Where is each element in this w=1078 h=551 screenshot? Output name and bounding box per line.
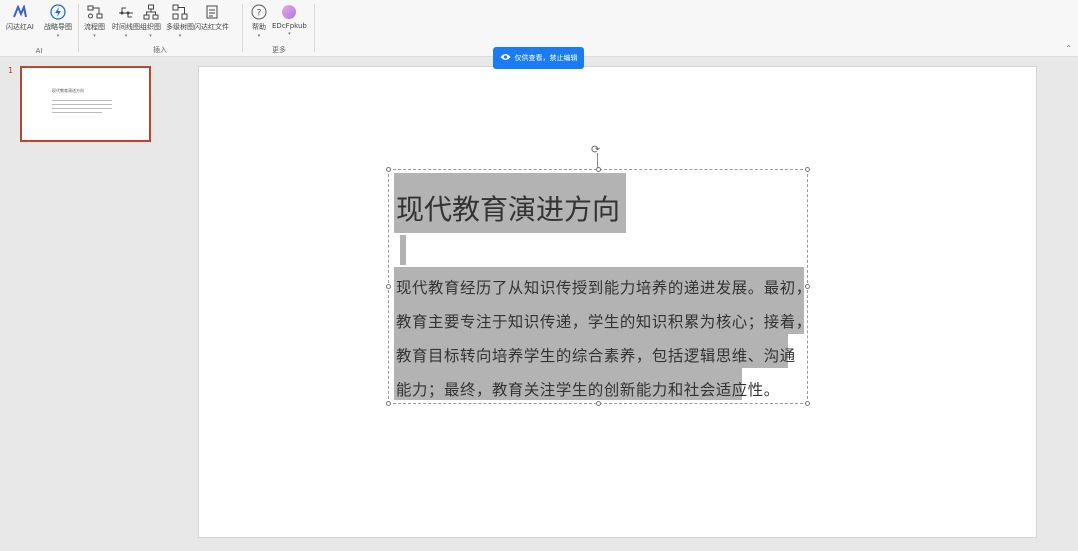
profile-button[interactable]: EDcFpkub ▾ bbox=[272, 4, 307, 37]
matrix-icon bbox=[171, 4, 189, 20]
group-label-insert: 插入 bbox=[153, 46, 167, 54]
document-icon bbox=[203, 4, 221, 20]
ai-logo-icon bbox=[11, 4, 29, 20]
mindmap-button[interactable]: 战略导图 ▾ bbox=[44, 4, 72, 39]
matrix-chart-label: 多级树图 bbox=[166, 23, 194, 31]
thumbnail-text-line bbox=[52, 100, 112, 101]
ribbon-divider bbox=[78, 4, 79, 52]
flowchart-icon bbox=[86, 4, 104, 20]
resize-handle[interactable] bbox=[386, 167, 391, 172]
timeline-icon bbox=[117, 4, 135, 20]
chevron-down-icon: ▾ bbox=[149, 33, 152, 39]
ai-write-button[interactable]: 闪达红AI bbox=[6, 4, 34, 32]
rotate-icon[interactable]: ⟳ bbox=[591, 144, 600, 155]
timeline-label: 时间线图 bbox=[112, 23, 140, 31]
help-label: 帮助 bbox=[252, 23, 266, 31]
matrix-chart-button[interactable]: 多级树图 ▾ bbox=[166, 4, 194, 39]
thumbnail-number: 1 bbox=[8, 66, 14, 75]
readonly-banner: 仅供查看，禁止编辑 bbox=[493, 47, 584, 69]
resize-handle[interactable] bbox=[596, 401, 601, 406]
thumbnail-text-line bbox=[52, 112, 102, 113]
help-button[interactable]: ? 帮助 ▾ bbox=[250, 4, 268, 39]
resize-handle[interactable] bbox=[386, 284, 391, 289]
slide-body-line: 现代教育经历了从知识传授到能力培养的递进发展。最初， bbox=[396, 279, 812, 297]
slide-body-line: 教育主要专注于知识传递，学生的知识积累为核心；接着， bbox=[396, 313, 812, 331]
org-chart-label: 组织图 bbox=[140, 23, 161, 31]
readonly-banner-text: 仅供查看，禁止编辑 bbox=[514, 54, 578, 62]
chevron-down-icon: ▾ bbox=[288, 31, 291, 37]
slide-title: 现代教育演进方向 bbox=[396, 193, 621, 226]
group-label-more: 更多 bbox=[272, 46, 286, 54]
collapse-ribbon-button[interactable]: ⌃ bbox=[1065, 44, 1072, 53]
org-chart-button[interactable]: 组织图 ▾ bbox=[140, 4, 161, 39]
eye-icon bbox=[500, 53, 511, 63]
chevron-down-icon: ▾ bbox=[56, 33, 60, 39]
thumbnail-title: 现代教育演进方向 bbox=[52, 88, 84, 93]
flowchart-label: 流程图 bbox=[84, 23, 105, 31]
chevron-down-icon: ▾ bbox=[257, 33, 261, 39]
help-icon: ? bbox=[250, 4, 268, 20]
slide-canvas[interactable]: ⟳ 现代教育演进方向 现代教育经历了从知识传授到能力培养的递进发展。最初， 教育… bbox=[198, 66, 1037, 538]
doc-insert-label: 闪达红文件 bbox=[194, 23, 229, 31]
group-label-ai: AI bbox=[35, 47, 43, 55]
resize-handle[interactable] bbox=[596, 167, 601, 172]
svg-text:?: ? bbox=[257, 9, 262, 19]
ribbon-divider bbox=[242, 4, 243, 52]
flowchart-button[interactable]: 流程图 ▾ bbox=[84, 4, 105, 39]
ai-write-label: 闪达红AI bbox=[6, 23, 34, 31]
selection-highlight bbox=[400, 235, 406, 265]
chevron-down-icon: ▾ bbox=[178, 33, 182, 39]
profile-label: EDcFpkub bbox=[272, 22, 307, 30]
lightning-icon bbox=[49, 4, 67, 20]
mindmap-label: 战略导图 bbox=[44, 23, 72, 31]
ribbon-divider bbox=[314, 4, 315, 52]
resize-handle[interactable] bbox=[805, 401, 810, 406]
org-chart-icon bbox=[142, 4, 160, 20]
ribbon-group-more: ? 帮助 ▾ EDcFpkub ▾ 更多 bbox=[244, 0, 314, 57]
thumbnail-text-line bbox=[52, 104, 112, 105]
resize-handle[interactable] bbox=[386, 401, 391, 406]
slide-body-line: 教育目标转向培养学生的综合素养，包括逻辑思维、沟通 bbox=[396, 347, 796, 365]
thumbnail-text-line bbox=[52, 108, 112, 109]
chevron-down-icon: ▾ bbox=[93, 33, 96, 39]
timeline-button[interactable]: 时间线图 ▾ bbox=[112, 4, 140, 39]
avatar-icon bbox=[280, 4, 298, 20]
doc-insert-button[interactable]: 闪达红文件 bbox=[194, 4, 229, 32]
ribbon-group-insert: 流程图 ▾ 时间线图 ▾ 组织图 ▾ 多级树图 ▾ 闪达红文件 插入 bbox=[80, 0, 240, 57]
slide-body-line: 能力；最终，教育关注学生的创新能力和社会适应性。 bbox=[396, 381, 780, 399]
resize-handle[interactable] bbox=[805, 167, 810, 172]
chevron-down-icon: ▾ bbox=[124, 33, 128, 39]
ribbon-group-ai: 闪达红AI 战略导图 ▾ AI bbox=[0, 0, 78, 57]
slide-thumbnail[interactable]: 现代教育演进方向 bbox=[20, 66, 151, 142]
